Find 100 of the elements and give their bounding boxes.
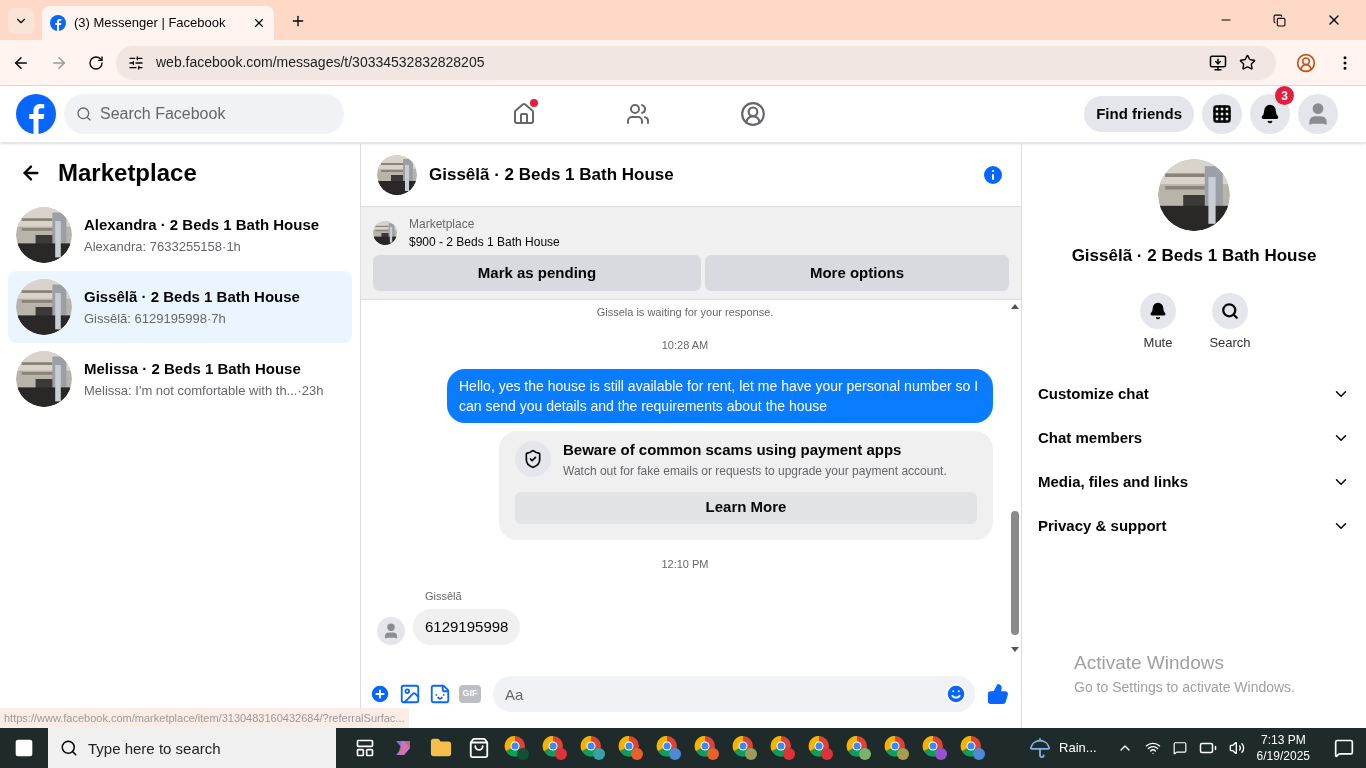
chrome-icon[interactable] xyxy=(656,735,682,761)
windows-start-icon[interactable] xyxy=(14,738,34,758)
search-icon xyxy=(1221,301,1239,320)
notification-badge: 3 xyxy=(1275,86,1294,105)
status-url: https://www.facebook.com/marketplace/item/3130483160432684/?referralSurfac... xyxy=(0,707,409,728)
message-time: ·7h xyxy=(206,309,226,328)
add-icon[interactable] xyxy=(369,683,391,705)
scroll-down-icon[interactable] xyxy=(1011,647,1019,652)
sticker-icon[interactable] xyxy=(429,683,451,705)
url-text: web.facebook.com/messages/t/30334532832828205 xyxy=(156,53,486,72)
site-info-icon[interactable] xyxy=(128,54,144,71)
taskbar-search-field[interactable]: Type here to search xyxy=(48,728,336,768)
conversation-item[interactable]: Alexandra · 2 Beds 1 Bath House Alexandra: 7633255158·1h xyxy=(8,199,352,271)
bell-icon xyxy=(1260,104,1280,124)
message-preview: Melissa: I'm not comfortable with th... xyxy=(84,381,298,400)
notifications-icon[interactable] xyxy=(1334,738,1354,758)
activation-title: Activate Windows xyxy=(1074,650,1225,675)
message-preview: Alexandra: 7633255158 xyxy=(84,237,223,256)
home-icon[interactable] xyxy=(512,102,536,126)
message-field[interactable]: Aa xyxy=(493,676,975,712)
volume-icon[interactable] xyxy=(1228,740,1245,756)
conversation-item[interactable]: Gissêlã · 2 Beds 1 Bath House Gissêlã: 6129195998·7h xyxy=(8,271,352,343)
notice-text: Watch out for fake emails or requests to upgrade your payment account. xyxy=(563,462,947,480)
new-tab-icon[interactable] xyxy=(290,13,306,29)
groups-icon[interactable] xyxy=(740,101,766,127)
like-icon[interactable] xyxy=(987,683,1009,705)
details-section[interactable]: Privacy & support xyxy=(1038,504,1350,548)
chrome-icon[interactable] xyxy=(846,735,872,761)
browser-tab[interactable]: (3) Messenger | Facebook xyxy=(42,6,274,40)
menu-button[interactable] xyxy=(1202,94,1242,134)
chrome-icon[interactable] xyxy=(504,735,530,761)
bookmark-icon[interactable] xyxy=(1239,54,1256,71)
message-time: ·1h xyxy=(222,237,241,256)
folder-icon[interactable] xyxy=(430,737,452,759)
bell-icon xyxy=(1149,301,1167,320)
chat-title: Gissêlã · 2 Beds 1 Bath House xyxy=(429,163,675,186)
emoji-icon[interactable] xyxy=(945,683,967,705)
clock-date[interactable]: 6/19/2025 xyxy=(1256,748,1310,764)
shield-icon xyxy=(515,441,551,478)
timestamp: 10:28 AM xyxy=(660,337,710,353)
find-friends-button[interactable]: Find friends xyxy=(1084,96,1194,132)
sent-message: Hello, yes the house is still available for rent, let me have your personal number so I can send you details and the requirements about the house xyxy=(447,369,993,423)
facebook-logo-icon[interactable] xyxy=(16,94,56,134)
chrome-icon[interactable] xyxy=(770,735,796,761)
weather-text[interactable]: Rain... xyxy=(1059,738,1097,758)
address-bar[interactable]: web.facebook.com/messages/t/30334532832828205 xyxy=(116,45,1276,80)
chrome-icon[interactable] xyxy=(884,735,910,761)
message-time: ·23h xyxy=(297,381,324,400)
mute-button[interactable]: Mute xyxy=(1134,292,1182,352)
sidebar-title: Marketplace xyxy=(58,158,197,188)
learn-more-button[interactable]: Learn More xyxy=(515,491,977,524)
scroll-up-icon[interactable] xyxy=(1011,304,1019,309)
chrome-icon[interactable] xyxy=(960,735,986,761)
weather-icon[interactable] xyxy=(1029,737,1052,759)
search-icon xyxy=(76,106,92,122)
account-button[interactable] xyxy=(1298,94,1338,134)
profile-icon[interactable] xyxy=(1296,52,1316,73)
scrollbar-thumb[interactable] xyxy=(1011,511,1019,635)
conversation-name: Alexandra · 2 Beds 1 Bath House xyxy=(84,215,320,235)
received-message: 6129195998 xyxy=(413,608,521,645)
status-message: Gissela is waiting for your response. xyxy=(595,305,775,320)
friends-icon[interactable] xyxy=(626,102,650,126)
details-section[interactable]: Customize chat xyxy=(1038,372,1350,416)
notice-title: Beware of common scams using payment apps xyxy=(563,440,903,460)
close-icon[interactable] xyxy=(252,16,266,30)
listing-action-button[interactable]: More options xyxy=(705,255,1009,291)
tab-title: (3) Messenger | Facebook xyxy=(74,14,227,33)
chrome-icon[interactable] xyxy=(580,735,606,761)
search-button[interactable]: Search xyxy=(1206,292,1254,352)
listing-title: $900 - 2 Beds 1 Bath House xyxy=(409,234,560,251)
chrome-icon[interactable] xyxy=(732,735,758,761)
details-section[interactable]: Chat members xyxy=(1038,416,1350,460)
avatar-icon xyxy=(377,617,405,645)
store-icon[interactable] xyxy=(468,737,490,759)
tab-list-button[interactable] xyxy=(8,8,34,34)
search-field[interactable]: Search Facebook xyxy=(64,94,344,134)
timestamp: 12:10 PM xyxy=(660,556,710,572)
clock-time[interactable]: 7:13 PM xyxy=(1260,732,1306,748)
chrome-icon[interactable] xyxy=(618,735,644,761)
wifi-icon[interactable] xyxy=(1144,740,1161,756)
activation-text: Go to Settings to activate Windows. xyxy=(1074,678,1295,697)
reload-icon[interactable] xyxy=(88,54,104,71)
task-view-icon[interactable] xyxy=(355,738,375,758)
conversation-name: Gissêlã · 2 Beds 1 Bath House xyxy=(84,287,300,307)
conversation-name: Melissa · 2 Beds 1 Bath House xyxy=(84,359,302,379)
message-preview: Gissêlã: 6129195998 xyxy=(84,309,207,328)
restore-icon[interactable] xyxy=(1273,13,1286,27)
conversation-item[interactable]: Melissa · 2 Beds 1 Bath House Melissa: I'm not comfortable with th...·23h xyxy=(8,343,352,415)
sender-name: Gissêlã xyxy=(425,589,463,604)
contact-name: Gissêlã · 2 Beds 1 Bath House xyxy=(1071,245,1317,267)
chrome-icon[interactable] xyxy=(694,735,720,761)
listing-action-button[interactable]: Mark as pending xyxy=(373,255,701,291)
chrome-icon[interactable] xyxy=(542,735,568,761)
listing-label: Marketplace xyxy=(409,216,476,233)
photo-icon[interactable] xyxy=(399,683,421,705)
chrome-icon[interactable] xyxy=(922,735,948,761)
chrome-icon[interactable] xyxy=(808,735,834,761)
details-section[interactable]: Media, files and links xyxy=(1038,460,1350,504)
search-icon xyxy=(60,739,78,757)
install-icon[interactable] xyxy=(1209,53,1227,72)
